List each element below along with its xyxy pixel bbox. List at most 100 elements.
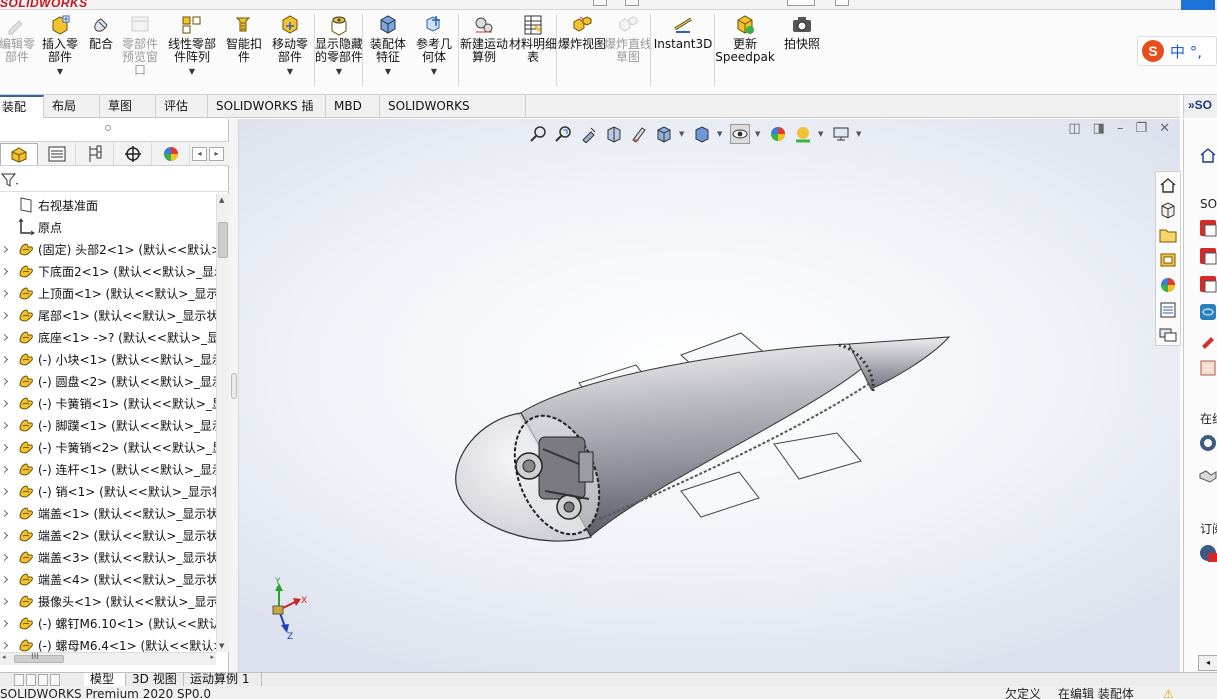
rocket-model-render[interactable] xyxy=(239,119,1180,672)
qat-button-2[interactable] xyxy=(625,0,639,6)
tab-3[interactable]: 评估 xyxy=(158,95,208,118)
3d-component-icon[interactable] xyxy=(1156,197,1180,222)
expand-arrow-icon[interactable] xyxy=(0,612,16,634)
tree-item[interactable]: 摄像头<1> (默认<<默认>_显示 xyxy=(0,590,216,612)
expand-arrow-icon[interactable] xyxy=(0,326,16,348)
forum-icon[interactable] xyxy=(1156,322,1180,347)
instant3d-button[interactable]: Instant3D xyxy=(654,14,712,51)
panel-grip-icon[interactable] xyxy=(105,125,111,131)
task-pane-home-icon[interactable] xyxy=(1198,145,1217,165)
tree-item[interactable]: (-) 销<1> (默认<<默认>_显示状 xyxy=(0,480,216,502)
tree-hscroll-thumb[interactable]: III xyxy=(14,652,64,663)
panel-splitter[interactable] xyxy=(229,119,239,672)
tab-first-icon[interactable] xyxy=(14,674,24,686)
status-warning-icon[interactable]: ⚠ xyxy=(1163,686,1174,699)
bottom-tab-2[interactable]: 运动算例 1 xyxy=(184,673,262,687)
tree-item[interactable]: 右视基准面 xyxy=(0,194,216,216)
tab-1[interactable]: 布局 xyxy=(46,95,100,118)
subscription-icon[interactable] xyxy=(1198,543,1217,563)
sw-connect-icon[interactable] xyxy=(1198,302,1217,322)
tree-item[interactable]: (-) 螺钉M6.10<1> (默认<<默认 xyxy=(0,612,216,634)
bom-button[interactable]: 材料明细表 xyxy=(508,14,558,64)
expand-arrow-icon[interactable] xyxy=(0,568,16,590)
tab-0[interactable]: 装配体 xyxy=(0,95,44,134)
chevron-down-icon[interactable]: ▼ xyxy=(287,65,293,78)
graphics-area[interactable]: ▼ ▼ ▼ ▼ ▼ ◫ ◨ – ❐ ✕ Y X Z xyxy=(239,119,1180,672)
snapshot-button[interactable]: 拍快照 xyxy=(780,14,824,51)
tree-horizontal-scrollbar[interactable]: ◂ III ▸ xyxy=(0,652,216,665)
tab-next-icon[interactable] xyxy=(38,674,48,686)
tree-item[interactable]: (-) 连杆<1> (默认<<默认>_显示 xyxy=(0,458,216,480)
assembly-features-button[interactable]: 装配体特征 ▼ xyxy=(366,14,410,78)
expand-arrow-icon[interactable] xyxy=(0,546,16,568)
home-view-icon[interactable] xyxy=(1156,172,1180,197)
tab-6[interactable]: SOLIDWORKS Inspection xyxy=(382,95,526,135)
tree-item[interactable]: (固定) 头部2<1> (默认<<默认>_显示 xyxy=(0,238,216,260)
tree-item[interactable]: 上顶面<1> (默认<<默认>_显示状 xyxy=(0,282,216,304)
link-icon[interactable] xyxy=(1181,0,1215,10)
tab-last-icon[interactable] xyxy=(50,674,60,686)
tab-prev-icon[interactable] xyxy=(26,674,36,686)
smart-fasteners-button[interactable]: 智能扣件 xyxy=(222,14,266,64)
mate-button[interactable]: 配合 xyxy=(84,14,118,51)
scroll-down-icon[interactable]: ▼ xyxy=(219,642,224,650)
tree-item[interactable]: 端盖<3> (默认<<默认>_显示状 xyxy=(0,546,216,568)
splitter-grip[interactable] xyxy=(231,373,237,399)
online-resource-icon[interactable] xyxy=(1198,433,1217,453)
expand-arrow-icon[interactable] xyxy=(0,634,16,652)
ime-toolbar[interactable]: S 中 °, xyxy=(1137,36,1217,66)
dimxpert-tab-icon[interactable] xyxy=(114,143,152,165)
move-component-button[interactable]: 移动零部件 ▼ xyxy=(268,14,312,78)
expand-arrow-icon[interactable] xyxy=(0,348,16,370)
expand-arrow-icon[interactable] xyxy=(0,370,16,392)
expand-arrow-icon[interactable] xyxy=(0,392,16,414)
partner-handshake-icon[interactable] xyxy=(1198,465,1217,485)
qat-button-1[interactable] xyxy=(593,0,607,6)
expand-arrow-icon[interactable] xyxy=(0,502,16,524)
tree-item[interactable]: (-) 螺母M6.4<1> (默认<<默认>_ xyxy=(0,634,216,652)
tree-item[interactable]: (-) 脚蹼<1> (默认<<默认>_显示 xyxy=(0,414,216,436)
hscroll-left-icon[interactable]: ◂ xyxy=(2,653,6,661)
expand-arrow-icon[interactable] xyxy=(0,260,16,282)
speedpak-button[interactable]: 更新Speedpak xyxy=(715,14,775,64)
scroll-right-icon[interactable]: ▸ xyxy=(209,147,224,161)
linear-pattern-button[interactable]: 线性零部件阵列 ▼ xyxy=(164,14,220,78)
expand-arrow-icon[interactable] xyxy=(0,238,16,260)
taskpane-expand-tab[interactable]: »SO xyxy=(1183,95,1217,118)
filter-icon[interactable] xyxy=(0,172,19,191)
sw-resource-icon-1[interactable] xyxy=(1198,218,1217,238)
sw-resource-icon-2[interactable] xyxy=(1198,246,1217,266)
insert-components-button[interactable]: 插入零部件 ▼ xyxy=(40,14,80,78)
task-pane-scroll-icon[interactable]: ◂ xyxy=(1198,655,1217,671)
expand-arrow-icon[interactable] xyxy=(0,282,16,304)
appearances-icon[interactable] xyxy=(1156,272,1180,297)
sw-resource-icon-3[interactable] xyxy=(1198,274,1217,294)
expand-arrow-icon[interactable] xyxy=(0,436,16,458)
sw-explorer-icon[interactable] xyxy=(1198,358,1217,378)
property-manager-tab-icon[interactable] xyxy=(38,143,76,165)
expand-arrow-icon[interactable] xyxy=(0,590,16,612)
expand-arrow-icon[interactable] xyxy=(0,458,16,480)
show-hidden-button[interactable]: 显示隐藏的零部件 ▼ xyxy=(314,14,364,78)
file-explorer-icon[interactable] xyxy=(1156,222,1180,247)
qat-button-3[interactable] xyxy=(787,0,815,6)
expand-arrow-icon[interactable] xyxy=(0,414,16,436)
scroll-left-icon[interactable]: ◂ xyxy=(192,147,207,161)
tree-item[interactable]: 端盖<2> (默认<<默认>_显示状 xyxy=(0,524,216,546)
exploded-view-button[interactable]: 爆炸视图 xyxy=(558,14,606,51)
qat-button-4[interactable] xyxy=(835,0,849,6)
display-manager-tab-icon[interactable] xyxy=(152,143,190,165)
chevron-down-icon[interactable]: ▼ xyxy=(431,65,437,78)
tab-5[interactable]: MBD xyxy=(328,95,380,118)
tab-2[interactable]: 草图 xyxy=(102,95,156,118)
new-motion-study-button[interactable]: 新建运动算例 xyxy=(458,14,510,64)
tree-vscroll-thumb[interactable] xyxy=(218,222,228,258)
custom-properties-icon[interactable] xyxy=(1156,297,1180,322)
expand-arrow-icon[interactable] xyxy=(0,524,16,546)
chevron-down-icon[interactable]: ▼ xyxy=(385,65,391,78)
tree-item[interactable]: 底座<1> ->? (默认<<默认>_显 xyxy=(0,326,216,348)
expand-arrow-icon[interactable] xyxy=(0,480,16,502)
design-library-icon[interactable] xyxy=(1156,247,1180,272)
tree-item[interactable]: 端盖<4> (默认<<默认>_显示状 xyxy=(0,568,216,590)
tree-item[interactable]: 端盖<1> (默认<<默认>_显示状 xyxy=(0,502,216,524)
